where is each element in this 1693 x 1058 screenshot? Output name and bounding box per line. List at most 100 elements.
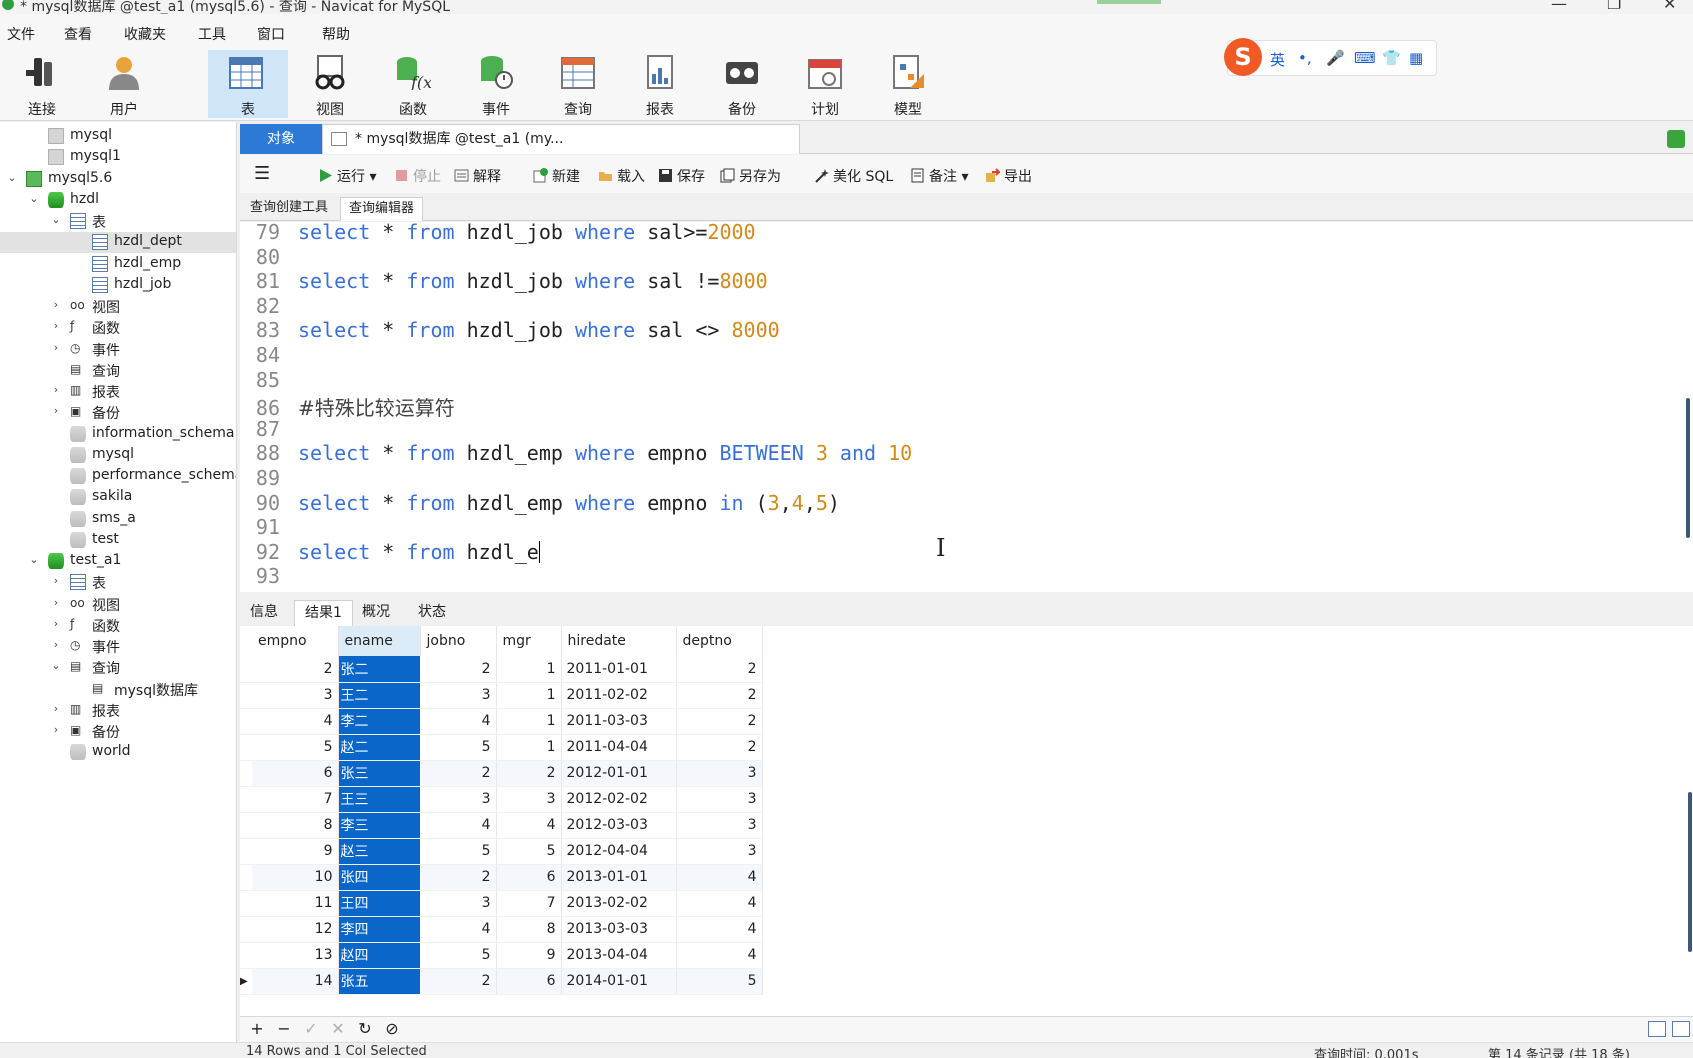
cell-mgr[interactable]: 8 bbox=[496, 916, 562, 943]
chevron-down-icon[interactable]: ⌄ bbox=[28, 192, 40, 205]
save-as-button[interactable]: 另存为 bbox=[720, 166, 781, 186]
beautify-sql-button[interactable]: 美化 SQL bbox=[814, 166, 893, 186]
menu-file[interactable]: 文件 bbox=[7, 24, 35, 44]
new-query-icon[interactable] bbox=[1667, 130, 1685, 148]
chevron-right-icon[interactable]: › bbox=[50, 298, 62, 311]
cell-ename[interactable]: 王二 bbox=[338, 682, 421, 709]
editor-scrollbar[interactable] bbox=[1686, 398, 1690, 538]
cell-mgr[interactable]: 1 bbox=[496, 708, 562, 735]
code-line[interactable]: 84 bbox=[240, 343, 1640, 367]
table-row[interactable]: 5 赵二 5 1 2011-04-04 2 bbox=[240, 734, 763, 761]
tree-node[interactable]: › oo 视图 bbox=[0, 296, 236, 317]
cell-deptno[interactable]: 2 bbox=[676, 656, 763, 683]
tree-node[interactable]: › ▥ 报表 bbox=[0, 381, 236, 402]
cell-empno[interactable]: 4 bbox=[252, 708, 339, 735]
tree-node[interactable]: performance_schema bbox=[0, 466, 236, 487]
chevron-down-icon[interactable]: ⌄ bbox=[50, 213, 62, 226]
code-line[interactable]: 81 select * from hzdl_job where sal !=800… bbox=[240, 269, 1640, 293]
tree-node[interactable]: mysql bbox=[0, 445, 236, 466]
row-marker[interactable] bbox=[240, 890, 252, 917]
cell-ename[interactable]: 赵四 bbox=[338, 942, 421, 969]
cell-empno[interactable]: 2 bbox=[252, 656, 339, 683]
column-header-ename[interactable]: ename bbox=[338, 626, 421, 656]
table-row[interactable]: 12 李四 4 8 2013-03-03 4 bbox=[240, 916, 763, 943]
tree-node[interactable]: ⌄ hzdl bbox=[0, 190, 236, 211]
tree-node[interactable]: test bbox=[0, 530, 236, 551]
cell-ename[interactable]: 张四 bbox=[338, 864, 421, 891]
menu-window[interactable]: 窗口 bbox=[257, 24, 285, 44]
cell-deptno[interactable]: 3 bbox=[676, 760, 763, 787]
cell-ename[interactable]: 张二 bbox=[338, 656, 421, 683]
table-row[interactable]: 6 张三 2 2 2012-01-01 3 bbox=[240, 760, 763, 787]
row-marker[interactable] bbox=[240, 708, 252, 735]
code-line[interactable]: 80 bbox=[240, 245, 1640, 269]
chevron-right-icon[interactable]: › bbox=[50, 383, 62, 396]
tree-node[interactable]: › 表 bbox=[0, 572, 236, 593]
cell-hiredate[interactable]: 2011-01-01 bbox=[561, 656, 677, 683]
ime-apps-icon[interactable]: ▦ bbox=[1409, 49, 1423, 67]
menu-help[interactable]: 帮助 bbox=[322, 24, 350, 44]
new-button[interactable]: 新建 bbox=[533, 166, 580, 186]
ribbon-query-button[interactable]: 查询 bbox=[540, 50, 616, 118]
cell-deptno[interactable]: 4 bbox=[676, 890, 763, 917]
apply-changes-button[interactable]: ✓ bbox=[300, 1019, 322, 1038]
cell-deptno[interactable]: 4 bbox=[676, 916, 763, 943]
ribbon-model-button[interactable]: 模型 bbox=[870, 50, 946, 118]
table-row[interactable]: 9 赵三 5 5 2012-04-04 3 bbox=[240, 838, 763, 865]
row-marker[interactable] bbox=[240, 760, 252, 787]
row-marker[interactable] bbox=[240, 682, 252, 709]
cell-jobno[interactable]: 3 bbox=[420, 682, 497, 709]
sogou-logo-icon[interactable]: S bbox=[1224, 38, 1262, 76]
cell-empno[interactable]: 8 bbox=[252, 812, 339, 839]
tree-node[interactable]: mysql1 bbox=[0, 147, 236, 168]
cell-mgr[interactable]: 5 bbox=[496, 838, 562, 865]
cell-hiredate[interactable]: 2012-04-04 bbox=[561, 838, 677, 865]
code-line[interactable]: 90 select * from hzdl_emp where empno in … bbox=[240, 491, 1640, 515]
cell-jobno[interactable]: 5 bbox=[420, 734, 497, 761]
cell-deptno[interactable]: 3 bbox=[676, 812, 763, 839]
tree-node[interactable]: › ◷ 事件 bbox=[0, 636, 236, 657]
cell-ename[interactable]: 赵三 bbox=[338, 838, 421, 865]
ime-punctuation-icon[interactable]: •, bbox=[1298, 49, 1312, 67]
delete-record-button[interactable]: − bbox=[273, 1019, 295, 1038]
ime-skin-icon[interactable]: 👕 bbox=[1382, 49, 1401, 67]
cell-mgr[interactable]: 9 bbox=[496, 942, 562, 969]
cell-ename[interactable]: 赵二 bbox=[338, 734, 421, 761]
code-line[interactable]: 86 #特殊比较运算符 bbox=[240, 392, 1640, 420]
cell-ename[interactable]: 张五 bbox=[338, 968, 421, 995]
table-row[interactable]: 8 李三 4 4 2012-03-03 3 bbox=[240, 812, 763, 839]
save-button[interactable]: 保存 bbox=[658, 166, 705, 186]
cell-hiredate[interactable]: 2011-03-03 bbox=[561, 708, 677, 735]
explain-button[interactable]: 解释 bbox=[454, 166, 501, 186]
column-header-empno[interactable]: empno bbox=[252, 626, 339, 656]
table-row[interactable]: 10 张四 2 6 2013-01-01 4 bbox=[240, 864, 763, 891]
cell-hiredate[interactable]: 2012-01-01 bbox=[561, 760, 677, 787]
row-marker[interactable] bbox=[240, 942, 252, 969]
cell-hiredate[interactable]: 2013-03-03 bbox=[561, 916, 677, 943]
cell-mgr[interactable]: 6 bbox=[496, 864, 562, 891]
cell-ename[interactable]: 李四 bbox=[338, 916, 421, 943]
cell-ename[interactable]: 王三 bbox=[338, 786, 421, 813]
cell-ename[interactable]: 李三 bbox=[338, 812, 421, 839]
minimize-button[interactable]: — bbox=[1551, 0, 1567, 13]
cell-jobno[interactable]: 5 bbox=[420, 838, 497, 865]
cell-empno[interactable]: 13 bbox=[252, 942, 339, 969]
cell-hiredate[interactable]: 2012-02-02 bbox=[561, 786, 677, 813]
column-header-mgr[interactable]: mgr bbox=[496, 626, 562, 656]
tree-node[interactable]: › oo 视图 bbox=[0, 594, 236, 615]
close-button[interactable]: ✕ bbox=[1663, 0, 1676, 13]
chevron-right-icon[interactable]: › bbox=[50, 617, 62, 630]
column-header-hiredate[interactable]: hiredate bbox=[561, 626, 677, 656]
menu-tools[interactable]: 工具 bbox=[198, 24, 226, 44]
ime-mic-icon[interactable]: 🎤 bbox=[1326, 49, 1345, 67]
code-line[interactable]: 87 bbox=[240, 417, 1640, 441]
chevron-right-icon[interactable]: › bbox=[50, 702, 62, 715]
code-line[interactable]: 93 bbox=[240, 564, 1640, 588]
ribbon-user-button[interactable]: 用户 bbox=[86, 50, 162, 118]
cell-jobno[interactable]: 3 bbox=[420, 890, 497, 917]
table-row[interactable]: 3 王二 3 1 2011-02-02 2 bbox=[240, 682, 763, 709]
cell-jobno[interactable]: 2 bbox=[420, 968, 497, 995]
cell-empno[interactable]: 11 bbox=[252, 890, 339, 917]
cell-hiredate[interactable]: 2011-02-02 bbox=[561, 682, 677, 709]
export-button[interactable]: 导出 bbox=[985, 166, 1032, 186]
